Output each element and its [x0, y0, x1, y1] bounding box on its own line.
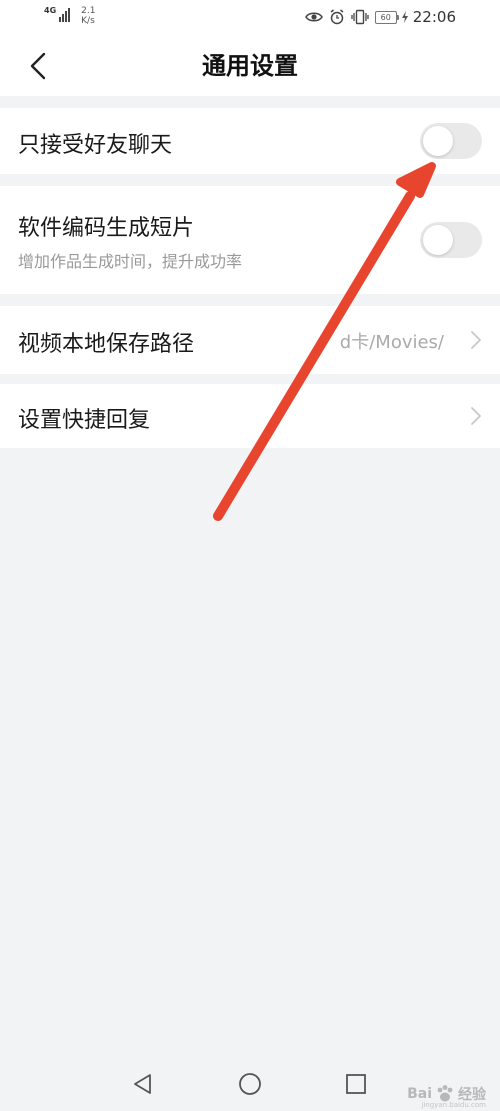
setting-row-friends-only-chat: 只接受好友聊天 — [0, 108, 500, 174]
battery-icon: 60 — [374, 10, 399, 24]
eye-icon — [304, 12, 323, 22]
baidu-watermark: Bai 经验 jingyan.baidu.com — [407, 1083, 486, 1109]
chevron-right-icon — [471, 407, 481, 425]
navigation-bar: Bai 经验 jingyan.baidu.com — [0, 1055, 500, 1111]
setting-row-video-save-path[interactable]: 视频本地保存路径 d卡/Movies/ — [0, 306, 500, 374]
network-type: 4G — [44, 6, 57, 15]
square-recents-icon — [346, 1074, 366, 1094]
setting-row-quick-reply[interactable]: 设置快捷回复 — [0, 384, 500, 448]
triangle-back-icon — [134, 1074, 151, 1094]
network-speed: 2.1 K/s — [81, 6, 95, 26]
video-save-path-label: 视频本地保存路径 — [18, 332, 195, 357]
software-encoding-description: 增加作品生成时间，提升成功率 — [18, 252, 243, 271]
toggle-knob — [423, 126, 453, 156]
chevron-left-icon — [30, 52, 46, 80]
friends-only-chat-toggle[interactable] — [420, 123, 482, 159]
chevron-right-icon — [471, 331, 481, 349]
alarm-icon — [330, 9, 344, 25]
software-encoding-label: 软件编码生成短片 — [18, 216, 195, 241]
network-speed-unit: K/s — [81, 16, 95, 26]
watermark-site: jingyan.baidu.com — [421, 1101, 486, 1109]
nav-back-button[interactable] — [128, 1069, 158, 1099]
video-save-path-value: d卡/Movies/ — [339, 332, 444, 353]
friends-only-chat-label: 只接受好友聊天 — [18, 133, 173, 158]
battery-level: 60 — [374, 10, 397, 24]
setting-row-software-encoding: 软件编码生成短片 增加作品生成时间，提升成功率 — [0, 186, 500, 294]
back-button[interactable] — [18, 48, 58, 84]
status-left: 4G 2.1 K/s — [44, 6, 95, 26]
status-bar: 4G 2.1 K/s 60 22:06 — [0, 0, 500, 36]
circle-home-icon — [239, 1073, 261, 1095]
page-title: 通用设置 — [202, 52, 298, 80]
status-right: 60 22:06 — [304, 8, 456, 26]
software-encoding-toggle[interactable] — [420, 222, 482, 258]
nav-recents-button[interactable] — [341, 1069, 371, 1099]
vibrate-icon — [351, 9, 369, 25]
toggle-knob — [423, 225, 453, 255]
header: 通用设置 — [0, 36, 500, 96]
charging-icon — [401, 11, 408, 23]
watermark-brand-prefix: Bai — [407, 1086, 432, 1102]
status-time: 22:06 — [412, 8, 456, 26]
quick-reply-label: 设置快捷回复 — [18, 408, 151, 433]
nav-home-button[interactable] — [235, 1069, 265, 1099]
network-speed-value: 2.1 — [81, 6, 96, 16]
signal-icon — [59, 6, 71, 22]
